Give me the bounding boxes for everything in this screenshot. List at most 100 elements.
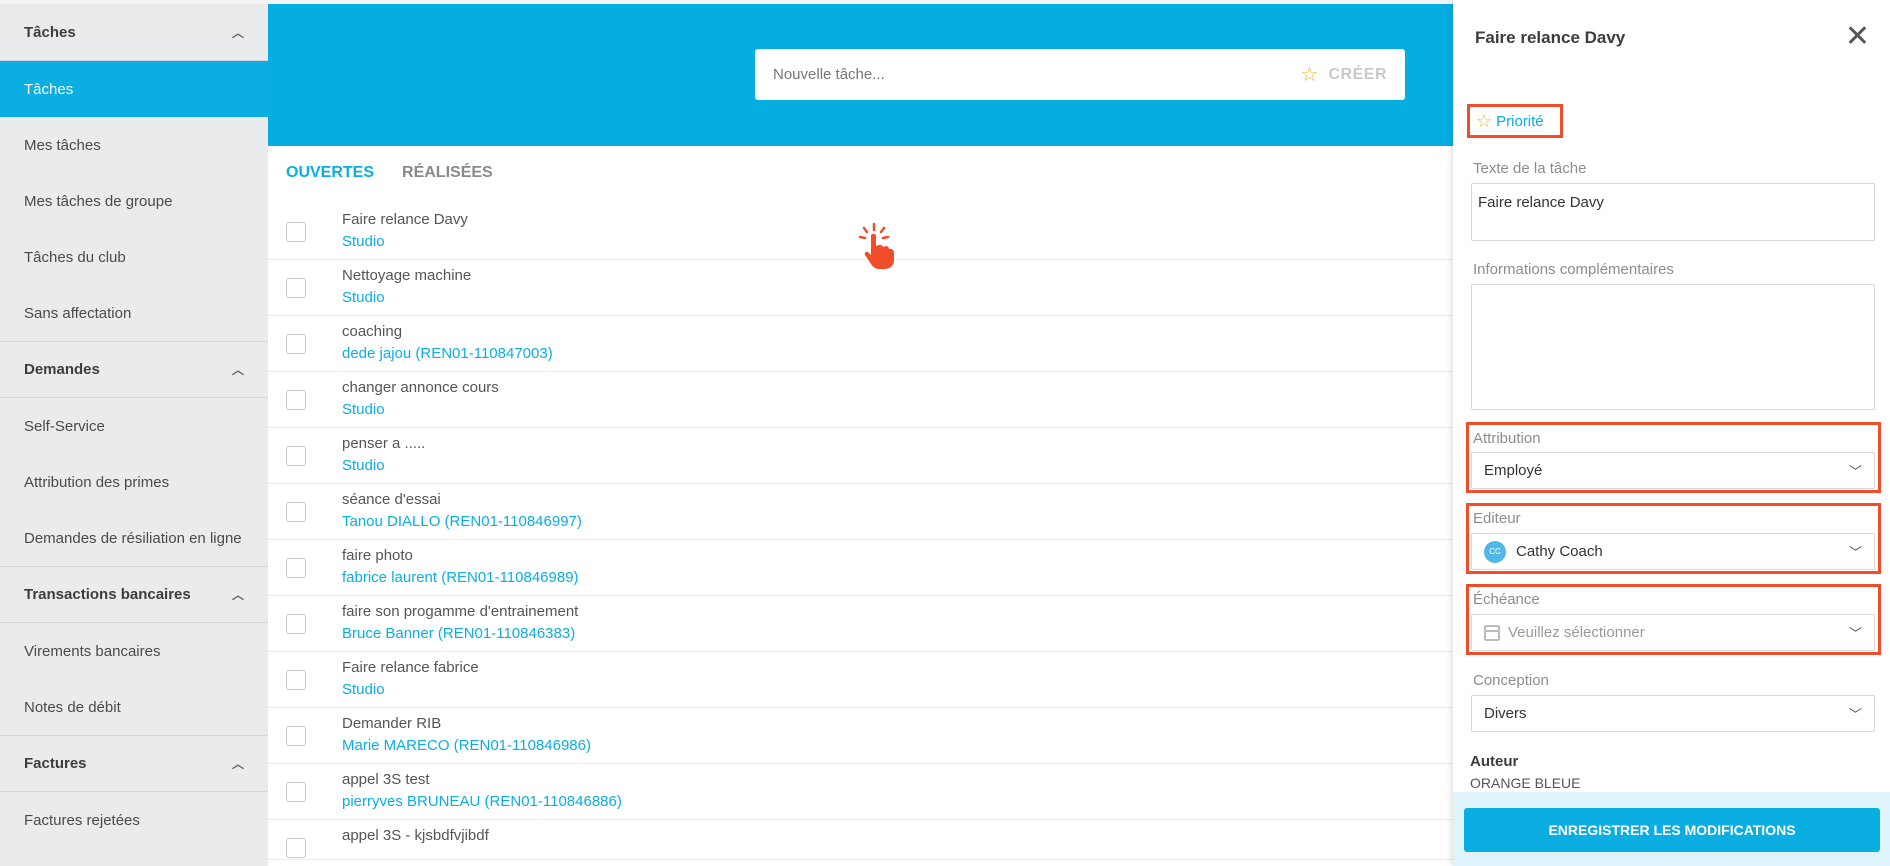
sidebar-item-self-service[interactable]: Self-Service <box>0 398 268 454</box>
task-row[interactable]: coaching dede jajou (REN01-110847003) <box>268 316 1453 372</box>
tab-done[interactable]: RÉALISÉES <box>402 164 493 182</box>
tab-open[interactable]: OUVERTES <box>286 164 374 182</box>
task-link[interactable]: pierryves BRUNEAU (REN01-110846886) <box>342 793 622 810</box>
task-row[interactable]: séance d'essai Tanou DIALLO (REN01-110846… <box>268 484 1453 540</box>
task-checkbox[interactable] <box>286 558 306 578</box>
sidebar-section-demandes[interactable]: Demandes ︿ <box>0 341 268 398</box>
task-tabs: OUVERTES RÉALISÉES <box>286 164 493 182</box>
create-button[interactable]: CRÉER <box>1328 66 1387 84</box>
star-icon: ☆ <box>1476 110 1493 131</box>
task-checkbox[interactable] <box>286 222 306 242</box>
task-row[interactable]: penser a ..... Studio <box>268 428 1453 484</box>
task-title: Demander RIB <box>342 715 442 732</box>
sidebar-item-sans-affectation[interactable]: Sans affectation <box>0 285 268 341</box>
task-title: Faire relance Davy <box>342 211 468 228</box>
task-link[interactable]: dede jajou (REN01-110847003) <box>342 345 553 362</box>
sidebar-item-label: Sans affectation <box>24 304 132 322</box>
attribution-select[interactable]: Employé ﹀ <box>1471 452 1875 489</box>
task-checkbox[interactable] <box>286 446 306 466</box>
editor-label: Editeur <box>1473 510 1521 527</box>
task-row[interactable]: Faire relance fabrice Studio <box>268 652 1453 708</box>
task-checkbox[interactable] <box>286 782 306 802</box>
chevron-up-icon[interactable]: ︿ <box>232 586 244 603</box>
sidebar-section-title: Transactions bancaires <box>24 586 191 603</box>
sidebar-section-factures[interactable]: Factures ︿ <box>0 735 268 792</box>
chevron-up-icon[interactable]: ︿ <box>232 24 244 41</box>
task-title: faire son progamme d'entrainement <box>342 603 579 620</box>
task-row[interactable]: appel 3S test pierryves BRUNEAU (REN01-11… <box>268 764 1453 820</box>
extra-info-field[interactable] <box>1471 284 1875 410</box>
sidebar-item-demandes-de-resiliation[interactable]: Demandes de résiliation en ligne <box>0 510 268 566</box>
sidebar-item-factures-rejetees[interactable]: Factures rejetées <box>0 792 268 848</box>
priority-label: Priorité <box>1496 112 1544 130</box>
calendar-icon <box>1484 624 1500 641</box>
chevron-down-icon: ﹀ <box>1848 626 1862 641</box>
task-detail-panel: Faire relance Davy ✕ ☆ Priorité Texte de… <box>1453 0 1890 866</box>
panel-title: Faire relance Davy <box>1475 28 1626 47</box>
star-icon[interactable]: ☆ <box>1301 62 1319 87</box>
author-value: ORANGE BLEUE <box>1470 775 1581 791</box>
task-link[interactable]: fabrice laurent (REN01-110846989) <box>342 569 579 586</box>
sidebar-section-title: Factures <box>24 755 87 772</box>
task-link[interactable]: Studio <box>342 457 385 474</box>
new-task-input[interactable] <box>773 66 1301 83</box>
task-text-label: Texte de la tâche <box>1473 160 1587 177</box>
editor-select[interactable]: CC Cathy Coach ﹀ <box>1471 533 1875 570</box>
pointer-hand-icon <box>858 222 894 269</box>
task-checkbox[interactable] <box>286 390 306 410</box>
task-link[interactable]: Bruce Banner (REN01-110846383) <box>342 625 575 642</box>
task-row[interactable]: changer annonce cours Studio <box>268 372 1453 428</box>
sidebar-item-attribution-des-primes[interactable]: Attribution des primes <box>0 454 268 510</box>
sidebar-item-taches-du-club[interactable]: Tâches du club <box>0 229 268 285</box>
editor-value: Cathy Coach <box>1516 543 1603 560</box>
task-checkbox[interactable] <box>286 502 306 522</box>
sidebar-section-taches[interactable]: Tâches ︿ <box>0 4 268 61</box>
attribution-value: Employé <box>1484 462 1543 479</box>
sidebar-item-mes-taches-de-groupe[interactable]: Mes tâches de groupe <box>0 173 268 229</box>
task-checkbox[interactable] <box>286 838 306 858</box>
task-title: penser a ..... <box>342 435 426 452</box>
save-changes-button[interactable]: ENREGISTRER LES MODIFICATIONS <box>1464 808 1880 852</box>
task-link[interactable]: Tanou DIALLO (REN01-110846997) <box>342 513 582 530</box>
deadline-select[interactable]: Veuillez sélectionner ﹀ <box>1471 614 1875 651</box>
task-title: appel 3S test <box>342 771 430 788</box>
task-row[interactable]: Demander RIB Marie MARECO (REN01-11084698… <box>268 708 1453 764</box>
app-root: Tâches ︿ Tâches Mes tâches Mes tâches de… <box>0 0 1890 866</box>
sidebar-item-label: Notes de débit <box>24 698 121 716</box>
sidebar-item-label: Tâches <box>24 80 74 98</box>
task-list-main: ☆ CRÉER OUVERTES RÉALISÉES Faire relance… <box>268 4 1453 866</box>
sidebar-item-virements-bancaires[interactable]: Virements bancaires <box>0 623 268 679</box>
task-checkbox[interactable] <box>286 670 306 690</box>
task-checkbox[interactable] <box>286 726 306 746</box>
extra-info-label: Informations complémentaires <box>1473 261 1674 278</box>
sidebar-item-mes-taches[interactable]: Mes tâches <box>0 117 268 173</box>
task-row[interactable]: faire son progamme d'entrainement Bruce B… <box>268 596 1453 652</box>
task-link[interactable]: Studio <box>342 233 385 250</box>
sidebar-section-transactions-bancaires[interactable]: Transactions bancaires ︿ <box>0 566 268 623</box>
sidebar-item-label: Mes tâches <box>24 136 101 154</box>
task-link[interactable]: Studio <box>342 401 385 418</box>
conception-select[interactable]: Divers ﹀ <box>1471 695 1875 732</box>
task-text-field[interactable]: Faire relance Davy <box>1471 183 1875 241</box>
task-title: Faire relance fabrice <box>342 659 479 676</box>
task-checkbox[interactable] <box>286 278 306 298</box>
task-link[interactable]: Studio <box>342 681 385 698</box>
chevron-up-icon[interactable]: ︿ <box>232 361 244 378</box>
sidebar-item-label: Attribution des primes <box>24 473 170 491</box>
priority-toggle[interactable]: ☆ Priorité <box>1467 104 1563 138</box>
task-link[interactable]: Marie MARECO (REN01-110846986) <box>342 737 591 754</box>
sidebar-item-taches[interactable]: Tâches <box>0 61 268 117</box>
chevron-up-icon[interactable]: ︿ <box>232 755 244 772</box>
task-row[interactable]: appel 3S - kjsbdfvjibdf <box>268 820 1453 860</box>
task-row[interactable]: faire photo fabrice laurent (REN01-110846… <box>268 540 1453 596</box>
sidebar-item-notes-de-debit[interactable]: Notes de débit <box>0 679 268 735</box>
sidebar: Tâches ︿ Tâches Mes tâches Mes tâches de… <box>0 4 268 866</box>
sidebar-item-label: Tâches du club <box>24 248 126 266</box>
task-checkbox[interactable] <box>286 614 306 634</box>
task-title: faire photo <box>342 547 413 564</box>
task-checkbox[interactable] <box>286 334 306 354</box>
avatar: CC <box>1484 540 1506 563</box>
chevron-down-icon: ﹀ <box>1848 464 1862 479</box>
task-link[interactable]: Studio <box>342 289 385 306</box>
close-icon[interactable]: ✕ <box>1845 22 1870 52</box>
